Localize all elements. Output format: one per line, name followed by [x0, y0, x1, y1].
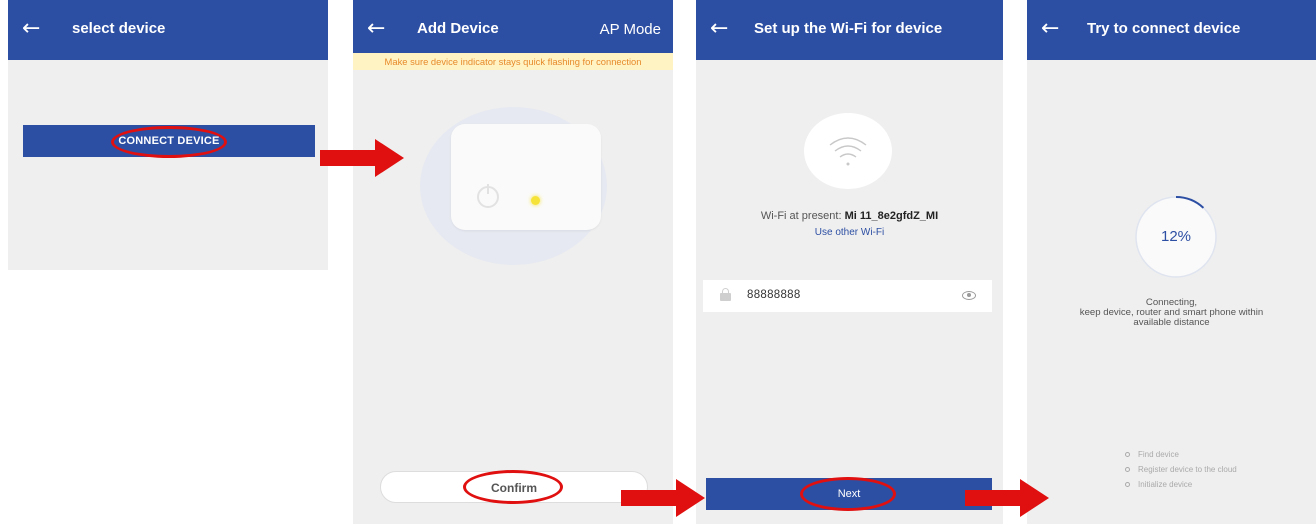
step-dot-icon [1125, 467, 1130, 472]
flow-arrow-icon [621, 479, 705, 517]
lock-icon [720, 288, 731, 301]
step-label: Find device [1138, 450, 1179, 459]
password-field[interactable]: 88888888 [703, 280, 992, 312]
step-label: Initialize device [1138, 480, 1193, 489]
app-bar: ← Try to connect device [1027, 0, 1316, 60]
arrow-left-icon[interactable]: ← [710, 18, 728, 40]
app-bar: ← Add Device AP Mode [353, 0, 673, 60]
connection-steps: Find device Register device to the cloud… [1124, 447, 1314, 492]
page-title: Try to connect device [1087, 20, 1241, 37]
screen-add-device: ← Add Device AP Mode Make sure device in… [353, 0, 673, 524]
wifi-name: Mi 11_8e2gfdZ_MI [844, 210, 939, 222]
screen-connecting: ← Try to connect device 12% Connecting, … [1027, 0, 1316, 524]
annotation-ellipse [463, 470, 563, 504]
step-item: Register device to the cloud [1124, 462, 1314, 477]
power-icon [477, 184, 499, 208]
indicator-light-icon [531, 196, 540, 205]
password-value[interactable]: 88888888 [747, 289, 801, 301]
eye-icon[interactable] [962, 291, 976, 300]
app-bar: ← select device [8, 0, 328, 60]
page-title: select device [72, 20, 166, 37]
step-item: Initialize device [1124, 477, 1314, 492]
status-line: available distance [1133, 317, 1210, 328]
flow-arrow-icon [965, 479, 1049, 517]
page-title: Add Device [417, 20, 499, 37]
use-other-wifi-link[interactable]: Use other Wi-Fi [696, 227, 1003, 238]
arrow-left-icon[interactable]: ← [367, 18, 385, 40]
wifi-icon [804, 113, 892, 189]
device-illustration [451, 124, 601, 230]
step-dot-icon [1125, 482, 1130, 487]
annotation-ellipse [111, 126, 227, 158]
ap-mode-link[interactable]: AP Mode [600, 21, 661, 38]
step-label: Register device to the cloud [1138, 465, 1237, 474]
status-message: Connecting, keep device, router and smar… [1027, 298, 1316, 328]
current-wifi-info: Wi-Fi at present: Mi 11_8e2gfdZ_MI [696, 210, 1003, 222]
step-item: Find device [1124, 447, 1314, 462]
arrow-left-icon[interactable]: ← [1041, 18, 1059, 40]
screen-wifi-setup: ← Set up the Wi-Fi for device Wi-Fi at p… [696, 0, 1003, 524]
progress-percent: 12% [1160, 228, 1192, 245]
annotation-ellipse [800, 477, 896, 511]
warning-banner: Make sure device indicator stays quick f… [353, 53, 673, 70]
step-dot-icon [1125, 452, 1130, 457]
flow-arrow-icon [320, 139, 404, 177]
page-title: Set up the Wi-Fi for device [754, 20, 943, 37]
app-bar: ← Set up the Wi-Fi for device [696, 0, 1003, 60]
wifi-prefix: Wi-Fi at present: [760, 210, 842, 222]
arrow-left-icon[interactable]: ← [22, 18, 40, 40]
